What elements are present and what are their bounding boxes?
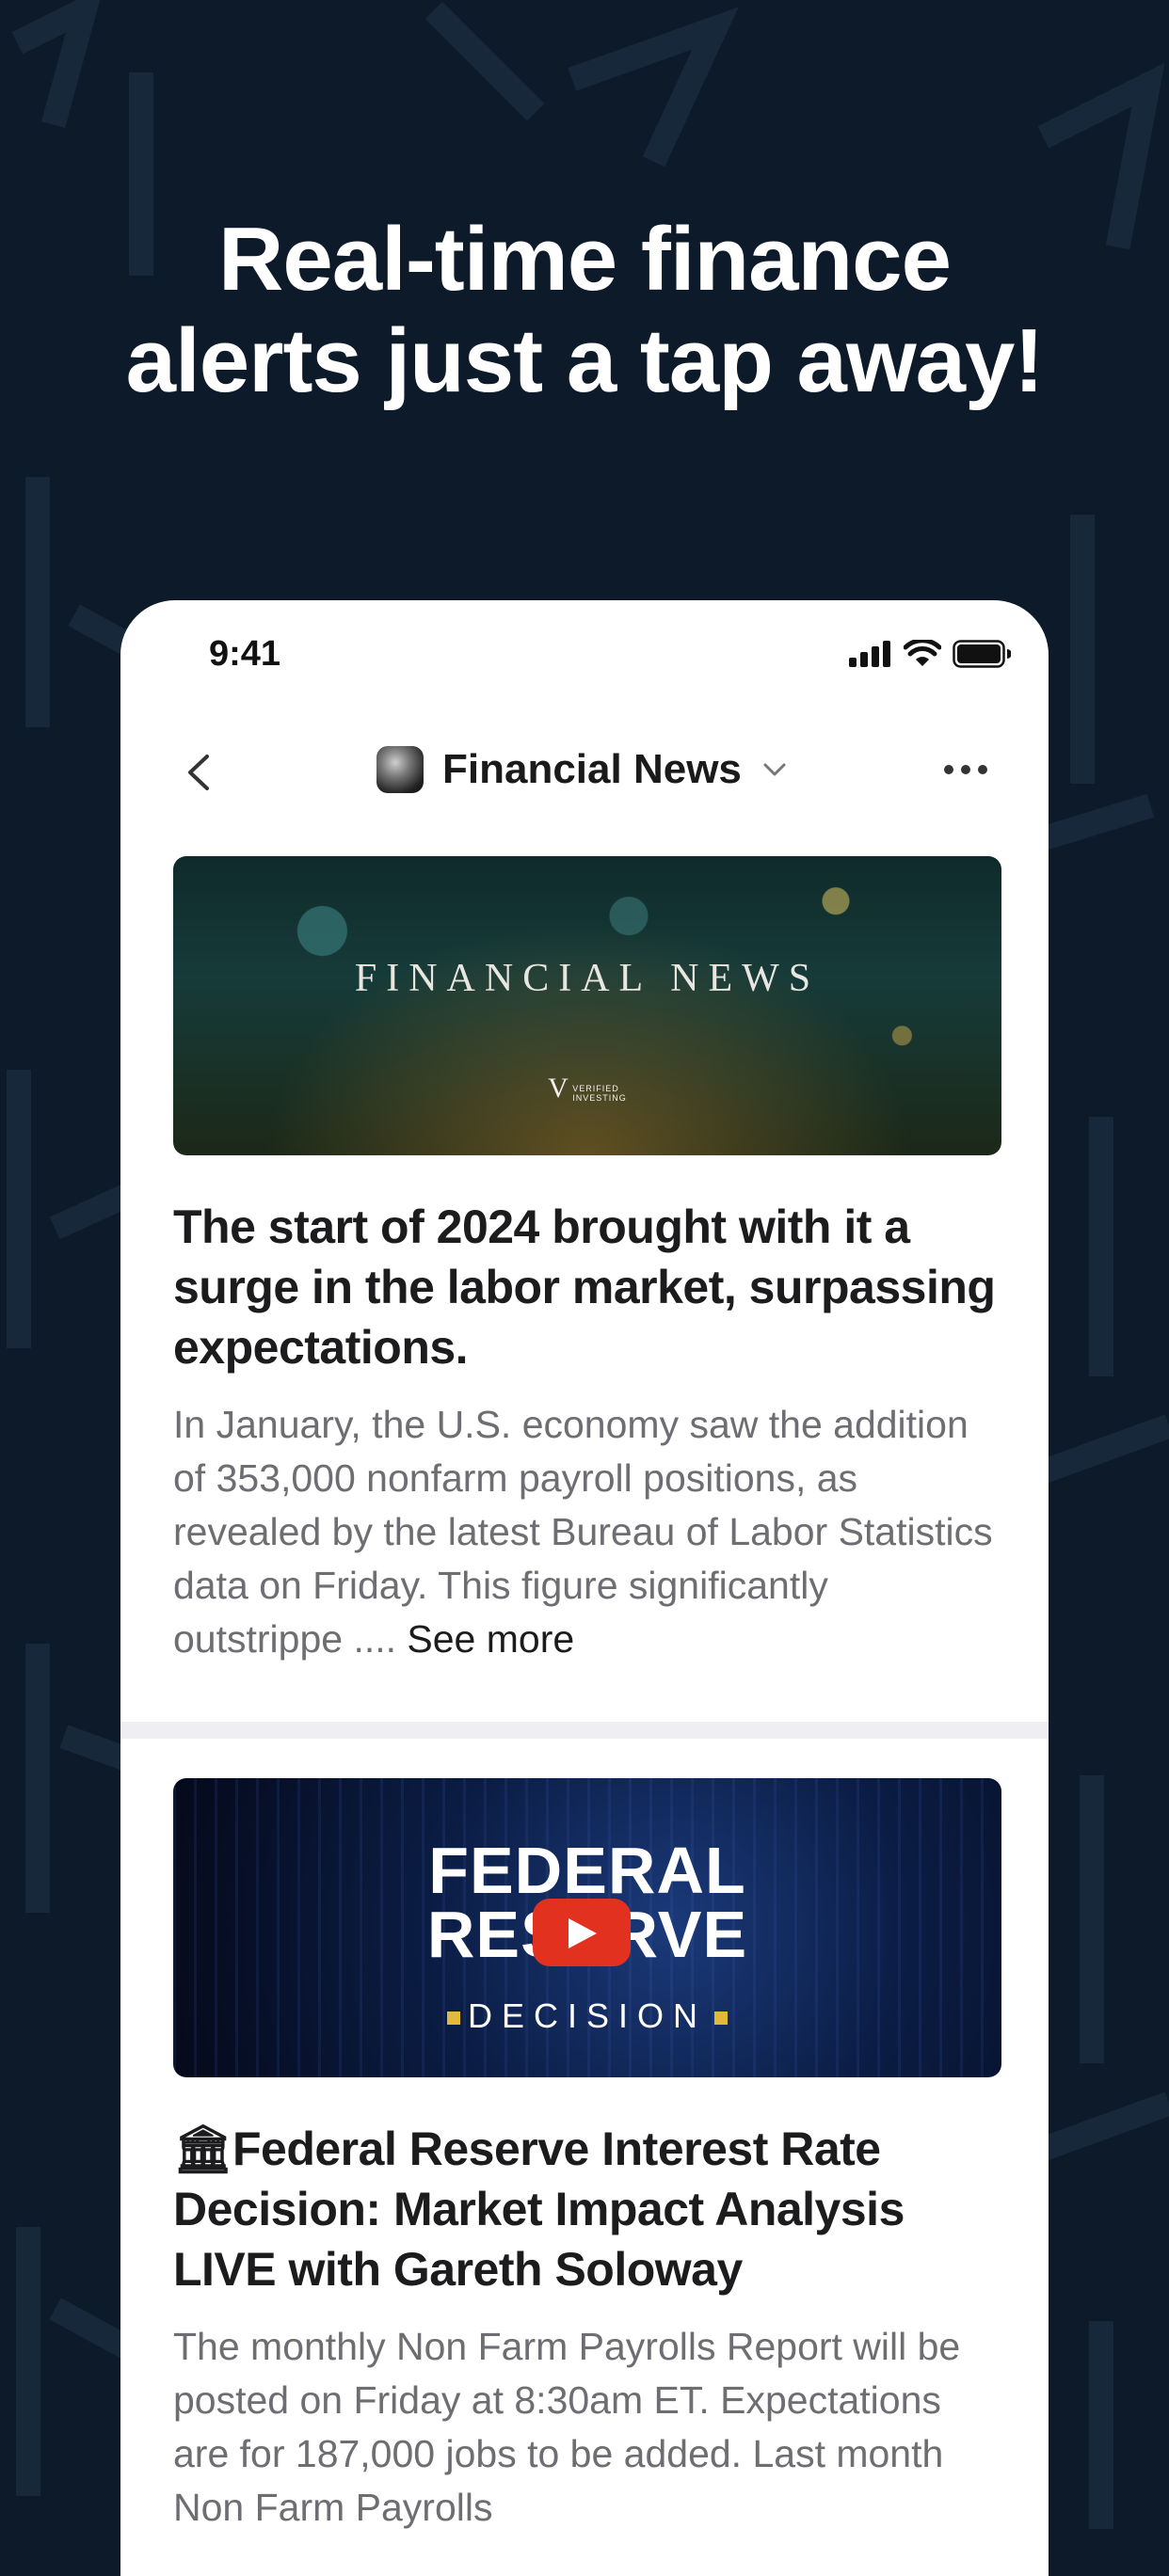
- battery-icon: [953, 640, 1011, 668]
- more-options-icon[interactable]: [939, 751, 992, 788]
- post-body: In January, the U.S. economy saw the add…: [173, 1398, 1001, 1666]
- play-button[interactable]: [533, 1899, 631, 1966]
- channel-avatar: [376, 746, 424, 793]
- video-banner-line-1: FEDERAL: [428, 1834, 746, 1907]
- headline-line-1: Real-time finance: [218, 209, 952, 310]
- banner-title: FINANCIAL NEWS: [354, 957, 821, 1000]
- see-more-link[interactable]: See more: [407, 1617, 574, 1661]
- video-banner-subtitle: DECISION: [173, 1996, 1001, 2036]
- status-time: 9:41: [209, 634, 281, 674]
- bank-icon: 🏛: [173, 2123, 232, 2175]
- chevron-down-icon: [763, 763, 786, 776]
- status-icons: [849, 640, 1011, 668]
- navigation-bar: Financial News: [120, 723, 1049, 817]
- headline: Real-time finance alerts just a tap away…: [0, 209, 1169, 412]
- verified-investing-logo: V VERIFIED INVESTING: [548, 1073, 627, 1104]
- post-excerpt: In January, the U.S. economy saw the add…: [173, 1403, 993, 1661]
- post-body: The monthly Non Farm Payrolls Report wil…: [173, 2325, 961, 2529]
- logo-line-1: VERIFIED: [572, 1083, 619, 1093]
- post-title[interactable]: The start of 2024 brought with it a surg…: [173, 1197, 1001, 1377]
- headline-line-2: alerts just a tap away!: [125, 310, 1045, 411]
- post-video-thumbnail[interactable]: FEDERAL RESERVE DECISION: [173, 1778, 1001, 2077]
- status-bar: 9:41: [120, 600, 1049, 713]
- logo-line-2: INVESTING: [572, 1092, 627, 1103]
- back-icon[interactable]: [177, 749, 224, 796]
- video-banner-subtitle-text: DECISION: [467, 1996, 708, 2035]
- news-post[interactable]: FEDERAL RESERVE DECISION 🏛Federal Reserv…: [173, 1778, 1001, 2535]
- wifi-icon: [904, 640, 941, 666]
- news-post[interactable]: FINANCIAL NEWS V VERIFIED INVESTING The …: [173, 856, 1001, 1666]
- post-title-text: Federal Reserve Interest Rate Decision: …: [173, 2123, 905, 2296]
- play-icon: [568, 1918, 597, 1948]
- post-banner-image[interactable]: FINANCIAL NEWS V VERIFIED INVESTING: [173, 856, 1001, 1155]
- phone-mockup: 9:41 Financial News FINANCIAL NEWS V VER…: [120, 600, 1049, 2576]
- channel-selector[interactable]: Financial News: [376, 743, 789, 796]
- cellular-signal-icon: [849, 641, 890, 667]
- post-title[interactable]: 🏛Federal Reserve Interest Rate Decision:…: [173, 2119, 1001, 2299]
- post-divider: [120, 1722, 1049, 1739]
- channel-name: Financial News: [442, 746, 742, 792]
